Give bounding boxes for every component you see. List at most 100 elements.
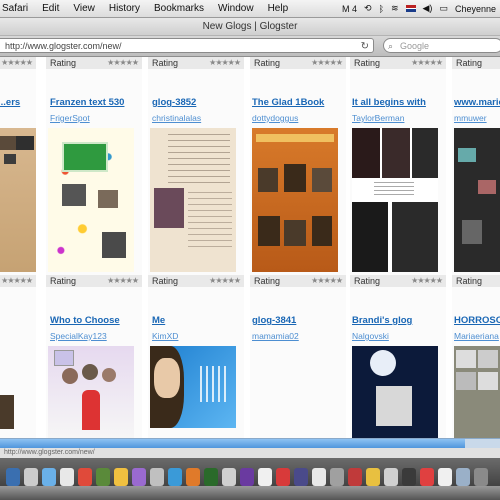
rating-stars[interactable]: ★★★★★ bbox=[209, 275, 241, 287]
glog-thumbnail[interactable] bbox=[150, 128, 236, 272]
rating-stars[interactable]: ★★★★★ bbox=[411, 57, 443, 69]
app-icon[interactable] bbox=[348, 468, 362, 486]
glog-author[interactable]: Nalgovski bbox=[352, 331, 389, 341]
glog-title[interactable]: ...ers bbox=[0, 97, 20, 108]
battery-icon[interactable]: ▭ bbox=[439, 3, 448, 14]
glog-title[interactable]: It all begins with bbox=[352, 97, 426, 108]
address-bar[interactable]: http://www.glogster.com/new/ ↻ bbox=[0, 38, 374, 53]
menu-bookmarks[interactable]: Bookmarks bbox=[147, 3, 211, 14]
app-icon[interactable] bbox=[240, 468, 254, 486]
mail-icon[interactable] bbox=[42, 468, 56, 486]
finder-icon[interactable] bbox=[6, 468, 20, 486]
m4-indicator[interactable]: M 4 bbox=[342, 4, 357, 14]
itunes-icon[interactable] bbox=[132, 468, 146, 486]
menu-edit[interactable]: Edit bbox=[35, 3, 66, 14]
glog-title[interactable]: Me bbox=[152, 315, 165, 326]
glog-thumbnail[interactable] bbox=[48, 128, 134, 272]
glog-thumbnail[interactable] bbox=[48, 346, 134, 438]
glog-title[interactable]: Brandi's glog bbox=[352, 315, 412, 326]
glog-thumbnail[interactable] bbox=[352, 346, 438, 438]
app-icon[interactable] bbox=[168, 468, 182, 486]
app-icon[interactable] bbox=[258, 468, 272, 486]
rating-bar: Rating ★★★★★ bbox=[46, 275, 142, 287]
app-icon[interactable] bbox=[312, 468, 326, 486]
app-icon[interactable] bbox=[330, 468, 344, 486]
ichat-icon[interactable] bbox=[96, 468, 110, 486]
glog-title[interactable]: Franzen text 530 bbox=[50, 97, 124, 108]
preview-icon[interactable] bbox=[150, 468, 164, 486]
calendar-icon[interactable] bbox=[78, 468, 92, 486]
app-icon[interactable] bbox=[204, 468, 218, 486]
glog-title[interactable]: glog-3841 bbox=[252, 315, 296, 326]
app-icon[interactable] bbox=[420, 468, 434, 486]
menu-history[interactable]: History bbox=[102, 3, 147, 14]
rating-stars[interactable]: ★★★★★ bbox=[411, 275, 443, 287]
glog-author[interactable]: TaylorBerman bbox=[352, 113, 404, 123]
app-icon[interactable] bbox=[366, 468, 380, 486]
glog-title[interactable]: The Glad 1Book bbox=[252, 97, 324, 108]
glog-author[interactable]: SpecialKay123 bbox=[50, 331, 107, 341]
user-name[interactable]: Cheyenne bbox=[455, 4, 496, 14]
app-icon[interactable] bbox=[276, 468, 290, 486]
downloads-icon[interactable] bbox=[456, 468, 470, 486]
rating-label: Rating bbox=[50, 276, 77, 286]
glog-author[interactable]: KimXD bbox=[152, 331, 178, 341]
rating-stars[interactable]: ★★★★★ bbox=[311, 57, 343, 69]
reload-icon[interactable]: ↻ bbox=[361, 39, 369, 54]
glog-title[interactable]: Who to Choose bbox=[50, 315, 120, 326]
glog-title[interactable]: www.mario bbox=[454, 97, 500, 108]
rating-bar: Rating bbox=[452, 57, 500, 69]
rating-bar: Rating ★★★★★ bbox=[350, 275, 446, 287]
safari-icon[interactable] bbox=[60, 468, 74, 486]
glog-author[interactable]: mmuwer bbox=[454, 113, 487, 123]
rating-stars[interactable]: ★★★★★ bbox=[107, 57, 139, 69]
glog-column: Rating www.mario mmuwer Rating HORROSC M… bbox=[452, 57, 500, 438]
glog-thumbnail[interactable] bbox=[352, 128, 438, 272]
menu-safari[interactable]: Safari bbox=[0, 3, 35, 14]
bluetooth-icon[interactable]: ᛒ bbox=[379, 4, 384, 14]
rating-stars[interactable]: ★★★★★ bbox=[209, 57, 241, 69]
menu-view[interactable]: View bbox=[66, 3, 102, 14]
glog-thumbnail[interactable] bbox=[454, 346, 500, 438]
rating-stars[interactable]: ★★★★★ bbox=[1, 57, 33, 69]
glog-thumbnail[interactable] bbox=[0, 395, 14, 429]
glog-thumbnail[interactable] bbox=[150, 346, 236, 428]
rating-stars[interactable]: ★★★★★ bbox=[1, 275, 33, 287]
glog-author[interactable]: dottydoggus bbox=[252, 113, 298, 123]
rating-label: Rating bbox=[354, 276, 381, 286]
trash-icon[interactable] bbox=[474, 468, 488, 486]
glog-title[interactable]: HORROSC bbox=[454, 315, 500, 326]
flag-icon[interactable] bbox=[405, 5, 416, 12]
photos-icon[interactable] bbox=[114, 468, 128, 486]
app-icon[interactable] bbox=[294, 468, 308, 486]
wifi-icon[interactable]: ≋ bbox=[391, 3, 399, 14]
glog-author[interactable]: FrigerSpot bbox=[50, 113, 90, 123]
glog-author[interactable]: christinalalas bbox=[152, 113, 201, 123]
rating-bar: Rating bbox=[452, 275, 500, 287]
browser-toolbar: http://www.glogster.com/new/ ↻ ⌕ Google bbox=[0, 36, 500, 57]
search-field[interactable]: ⌕ Google bbox=[383, 38, 500, 53]
glog-thumbnail[interactable] bbox=[252, 128, 338, 272]
rating-label: Rating bbox=[50, 58, 77, 68]
menu-window[interactable]: Window bbox=[211, 3, 261, 14]
dashboard-icon[interactable] bbox=[24, 468, 38, 486]
glog-author[interactable]: mamamia02 bbox=[252, 331, 299, 341]
app-icon[interactable] bbox=[438, 468, 452, 486]
app-icon[interactable] bbox=[402, 468, 416, 486]
glog-thumbnail[interactable] bbox=[454, 128, 500, 272]
time-machine-icon[interactable]: ⟲ bbox=[364, 3, 372, 14]
rating-stars[interactable]: ★★★★★ bbox=[107, 275, 139, 287]
glog-title[interactable]: glog-3852 bbox=[152, 97, 196, 108]
search-placeholder: Google bbox=[400, 41, 430, 51]
glog-thumbnail[interactable] bbox=[0, 128, 36, 272]
glog-column: Rating ★★★★★ The Glad 1Book dottydoggus … bbox=[250, 57, 346, 438]
menu-help[interactable]: Help bbox=[261, 3, 296, 14]
app-icon[interactable] bbox=[222, 468, 236, 486]
app-icon[interactable] bbox=[384, 468, 398, 486]
rating-label: Rating bbox=[152, 276, 179, 286]
rating-stars[interactable]: ★★★★★ bbox=[311, 275, 343, 287]
rating-label: Rating bbox=[456, 58, 483, 68]
volume-icon[interactable]: ◀) bbox=[423, 3, 433, 14]
app-icon[interactable] bbox=[186, 468, 200, 486]
glog-author[interactable]: Mariaeriana bbox=[454, 331, 499, 341]
